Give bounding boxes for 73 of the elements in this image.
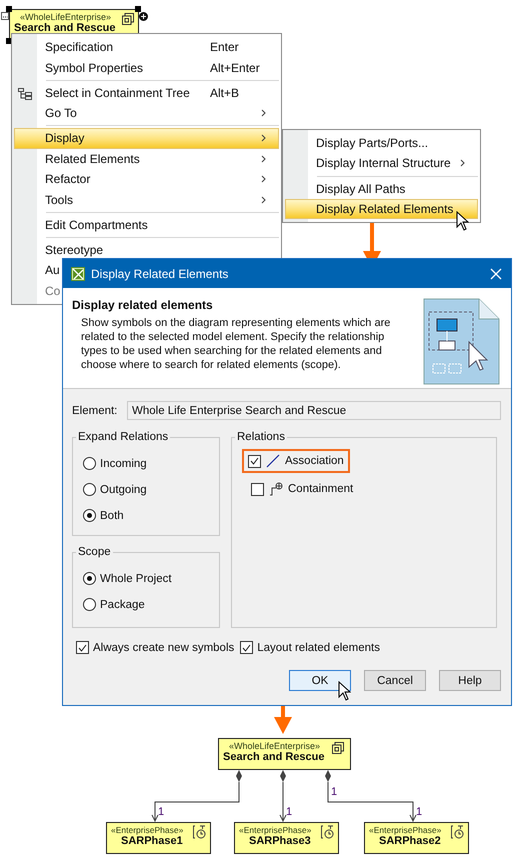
diagram-node[interactable]: «EnterprisePhase» SARPhase1 [106,822,211,854]
menu-item[interactable]: Symbol Properties Alt+Enter [14,57,279,78]
chevron-icon [260,154,268,163]
dialog-button[interactable]: Help [439,670,501,691]
multiplicity-label: 1 [158,806,164,818]
radio-option[interactable]: Incoming [83,457,147,470]
radio-option[interactable]: Package [83,598,145,611]
tree-icon [18,88,32,100]
chevron-icon [260,134,268,142]
radio-option[interactable]: Whole Project [83,572,172,585]
chevron-icon [260,196,268,204]
checkbox-option[interactable]: Layout related elements [240,641,380,654]
menu-item[interactable]: Display Parts/Ports... [285,133,478,154]
dialog-heading: Display related elements [72,298,214,312]
menu-item[interactable]: Select in Containment Tree Alt+B [14,82,279,103]
checkbox[interactable] [240,641,254,654]
cursor-icon [338,681,351,701]
radio-button[interactable] [83,483,96,496]
checkbox[interactable] [76,641,89,654]
menu-item[interactable]: Go To [14,103,279,124]
dialog-description: Show symbols on the diagram representing elements which are related to the selected model element. Specify the relationship types to be used when searching for the related elements and choose where to search for related elements (scope). [80,316,392,372]
chevron-icon [459,159,467,168]
dialog-title: Display Related Elements [91,266,230,280]
timer-icon [321,825,334,839]
menu-item[interactable]: Tools [14,189,279,210]
timer-icon [451,825,464,839]
menu-item[interactable]: Display Related Elements [285,198,478,220]
checkbox-option[interactable]: Always create new symbols [76,641,234,654]
dialog-button[interactable]: Cancel [364,670,426,691]
timer-icon [193,825,206,839]
more-icon[interactable] [1,12,9,20]
radio-button[interactable] [83,598,96,611]
menu-item[interactable]: Refactor [14,169,279,190]
composite-icon [332,742,344,754]
arrow-icon [274,706,292,734]
radio-option[interactable]: Outgoing [83,483,147,496]
radio-button[interactable] [83,509,96,522]
containment-icon [269,482,283,496]
group-title: Expand Relations [77,431,170,443]
element-field[interactable]: Whole Life Enterprise Search and Rescue [127,401,501,420]
composite-icon [122,13,134,25]
element-label: Element: [72,404,118,416]
relation-option[interactable]: Association [242,449,350,473]
menu-item[interactable]: Edit Compartments [14,214,279,235]
group-title: Relations [236,431,286,443]
multiplicity-label: 1 [416,806,422,818]
checkbox[interactable] [251,482,264,496]
menu-item[interactable]: Related Elements [14,148,279,169]
diagram-node[interactable]: «EnterprisePhase» SARPhase2 [364,822,469,854]
plus-icon[interactable] [139,12,148,21]
menu-item[interactable]: Specification Enter [14,37,279,58]
close-button[interactable] [489,266,503,280]
menu-item[interactable]: Display Internal Structure [285,153,478,174]
multiplicity-label: 1 [286,806,292,818]
dialog-button[interactable]: OK [289,670,351,691]
selection-handle[interactable] [135,6,141,12]
radio-button[interactable] [83,457,96,470]
line-icon [266,454,280,468]
chevron-icon [260,175,268,184]
checkbox[interactable] [248,454,261,468]
group-title: Scope [77,546,112,558]
diagram-node[interactable]: «EnterprisePhase» SARPhase3 [234,822,339,854]
radio-button[interactable] [83,572,96,585]
menu-item[interactable]: Display [14,128,279,149]
relation-option[interactable]: Containment [245,477,360,501]
menu-item[interactable]: Stereotype [14,240,279,260]
radio-option[interactable]: Both [83,509,124,522]
chevron-icon [260,109,268,118]
menu-item[interactable]: Display All Paths [285,178,478,199]
dialog-icon [71,266,85,280]
selection-handle[interactable] [6,6,12,12]
diagram-node[interactable]: «WholeLifeEnterprise» Search and Rescue [218,738,351,770]
multiplicity-label: 1 [331,786,338,798]
